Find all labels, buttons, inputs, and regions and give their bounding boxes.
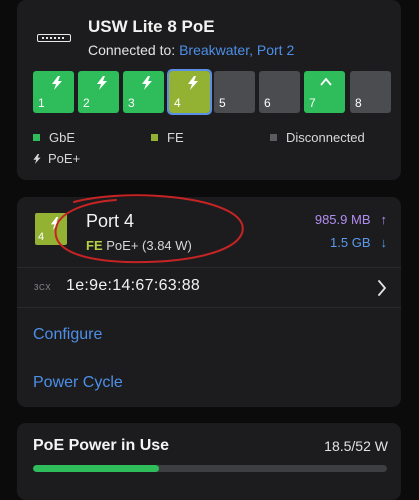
poe-bolt-icon — [50, 217, 61, 230]
vendor-logo: 3CX — [34, 283, 52, 292]
port-number: 6 — [264, 96, 271, 110]
divider — [17, 307, 401, 308]
legend-gbe-label: GbE — [49, 130, 76, 145]
port-7[interactable]: 7 — [304, 71, 345, 113]
legend-fe-label: FE — [167, 130, 184, 145]
legend-disconnected: Disconnected — [270, 130, 365, 145]
port-4[interactable]: 4 — [167, 69, 212, 115]
rx-arrow-icon: ↓ — [380, 235, 388, 250]
port-5[interactable]: 5 — [214, 71, 255, 113]
poe-power-card: PoE Power in Use 18.5/52 W — [17, 423, 401, 500]
port-badge: 4 — [35, 213, 67, 245]
port-number: 4 — [174, 96, 181, 110]
chevron-right-icon[interactable] — [377, 279, 387, 297]
port-title: Port 4 — [86, 211, 135, 231]
disconnected-swatch — [270, 134, 277, 141]
port-speed: FE — [86, 238, 103, 253]
tx-stat: 985.9 MB ↑ — [315, 212, 387, 227]
uplink-chevron-up-icon — [320, 77, 332, 86]
poe-bolt-icon — [52, 76, 62, 90]
poe-usage-bar — [33, 465, 387, 472]
tx-value: 985.9 MB — [314, 212, 371, 227]
power-cycle-button[interactable]: Power Cycle — [33, 374, 123, 392]
port-2[interactable]: 2 — [78, 71, 119, 113]
gbe-swatch — [33, 134, 40, 141]
port-number: 2 — [83, 96, 90, 110]
legend-poe: PoE+ — [32, 151, 80, 166]
legend-fe: FE — [151, 130, 184, 145]
client-row[interactable]: 3CX 1e:9e:14:67:63:88 — [17, 267, 401, 308]
configure-button[interactable]: Configure — [33, 326, 102, 344]
poe-bolt-icon — [188, 76, 198, 90]
poe-usage-fill — [33, 465, 160, 472]
port-3[interactable]: 3 — [123, 71, 164, 113]
poe-bolt-icon — [97, 76, 107, 90]
port-number: 1 — [38, 96, 45, 110]
poe-bolt-icon — [142, 76, 152, 90]
poe-title: PoE Power in Use — [33, 437, 170, 454]
port-detail-card: 4 Port 4 FE PoE+ (3.84 W) 985.9 MB ↑ 1.5 … — [17, 197, 401, 407]
legend-gbe: GbE — [33, 130, 75, 145]
uplink-info: Connected to: Breakwater, Port 2 — [88, 42, 294, 58]
poe-bolt-icon — [33, 154, 41, 164]
port-subtitle: FE PoE+ (3.84 W) — [86, 238, 192, 253]
rx-stat: 1.5 GB ↓ — [330, 235, 387, 250]
port-6[interactable]: 6 — [259, 71, 300, 113]
legend-poe-label: PoE+ — [48, 151, 81, 166]
tx-arrow-icon: ↑ — [380, 212, 388, 227]
rx-value: 1.5 GB — [330, 235, 371, 250]
switch-card: USW Lite 8 PoE Connected to: Breakwater,… — [17, 0, 401, 180]
switch-name: USW Lite 8 PoE — [88, 17, 215, 36]
port-8[interactable]: 8 — [350, 71, 391, 113]
fe-swatch — [151, 134, 158, 141]
uplink-link[interactable]: Breakwater, Port 2 — [179, 42, 294, 58]
mac-address: 1e:9e:14:67:63:88 — [66, 277, 201, 294]
port-poe: PoE+ (3.84 W) — [106, 238, 192, 253]
port-number: 8 — [355, 96, 362, 110]
port-number: 5 — [219, 96, 226, 110]
switch-device-icon — [37, 30, 71, 46]
port-1[interactable]: 1 — [33, 71, 74, 113]
connected-prefix: Connected to: — [88, 42, 176, 58]
legend-disconnected-label: Disconnected — [286, 130, 365, 145]
poe-value: 18.5/52 W — [324, 438, 388, 454]
port-badge-number: 4 — [38, 231, 45, 243]
port-number: 3 — [128, 96, 135, 110]
port-number: 7 — [309, 96, 316, 110]
